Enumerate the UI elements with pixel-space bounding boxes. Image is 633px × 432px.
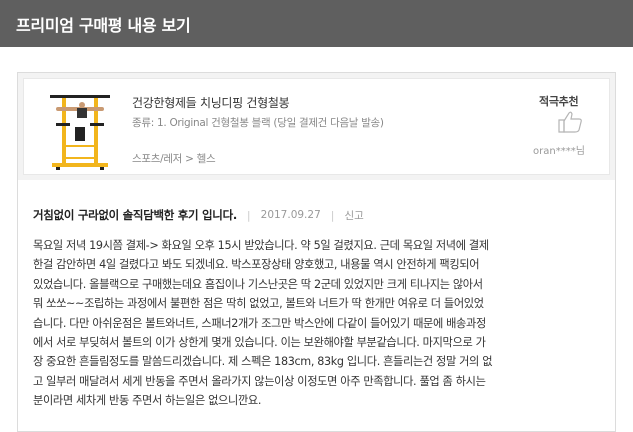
review-line: 에서 서로 부딪혀서 볼트의 이가 상한게 몇개 있습니다. 이는 보완해야할 … xyxy=(33,336,486,350)
review-line: 한걸 감안하면 4일 걸렸다고 봐도 되겠네요. 박스포장상태 양호했고, 내용… xyxy=(33,258,480,272)
review-line: 장 중요한 흔들림정도를 말씀드리겠습니다. 제 스펙은 183cm, 83kg… xyxy=(33,355,493,369)
product-name[interactable]: 건강한형제들 치닝디핑 건형철봉 xyxy=(132,94,290,111)
review-line: 목요일 저녁 19시쯤 결제-> 화요일 오후 15시 받았습니다. 약 5일 … xyxy=(33,239,489,252)
thumbs-up-icon xyxy=(558,111,582,133)
review-date: 2017.09.27 xyxy=(260,209,321,221)
review-card: 건강한형제들 치닝디핑 건형철봉 종류: 1. Original 건형철봉 블랙… xyxy=(17,72,616,432)
review-line: 분이라면 세차게 반동 주면서 하는일은 없으니깐요. xyxy=(33,394,262,408)
review-line: 뭐 쏘쏘~~조립하는 과정에서 불편한 점은 딱히 없었고, 볼트와 너트가 딱… xyxy=(33,297,484,311)
review-title: 거침없이 구라없이 솔직담백한 후기 입니다. xyxy=(33,208,237,222)
review-line: 고 일부러 매달려서 세게 반동을 주면서 올라가지 않는이상 이정도면 아주 … xyxy=(33,374,486,388)
reviewer-id: oran****님 xyxy=(533,146,585,157)
page-header: 프리미엄 구매평 내용 보기 xyxy=(0,0,633,47)
page-title: 프리미엄 구매평 내용 보기 xyxy=(16,15,191,35)
review-line: 있었습니다. 올블랙으로 구매했는데요 흠집이나 기스난곳은 딱 2군데 있었지… xyxy=(33,277,483,291)
review-body: 목요일 저녁 19시쯤 결제-> 화요일 오후 15시 받았습니다. 약 5일 … xyxy=(33,236,598,411)
meta-divider: | xyxy=(330,208,335,222)
product-summary: 건강한형제들 치닝디핑 건형철봉 종류: 1. Original 건형철봉 블랙… xyxy=(18,73,615,180)
report-button[interactable]: 신고 xyxy=(344,208,363,223)
review-meta: 거침없이 구라없이 솔직담백한 후기 입니다. | 2017.09.27 | 신… xyxy=(33,207,364,223)
product-option: 종류: 1. Original 건형철봉 블랙 (당일 결제건 다음날 발송) xyxy=(132,117,384,129)
product-summary-inner: 건강한형제들 치닝디핑 건형철봉 종류: 1. Original 건형철봉 블랙… xyxy=(23,78,610,175)
product-category-breadcrumb[interactable]: 스포츠/레저 > 헬스 xyxy=(132,151,216,166)
recommend-label: 적극추천 xyxy=(539,95,579,108)
meta-divider: | xyxy=(246,208,251,222)
review-line: 습니다. 다만 아쉬운점은 볼트와너트, 스패너2개가 조그만 박스안에 다같이… xyxy=(33,316,486,330)
chin-up-bar-photo xyxy=(50,95,110,170)
